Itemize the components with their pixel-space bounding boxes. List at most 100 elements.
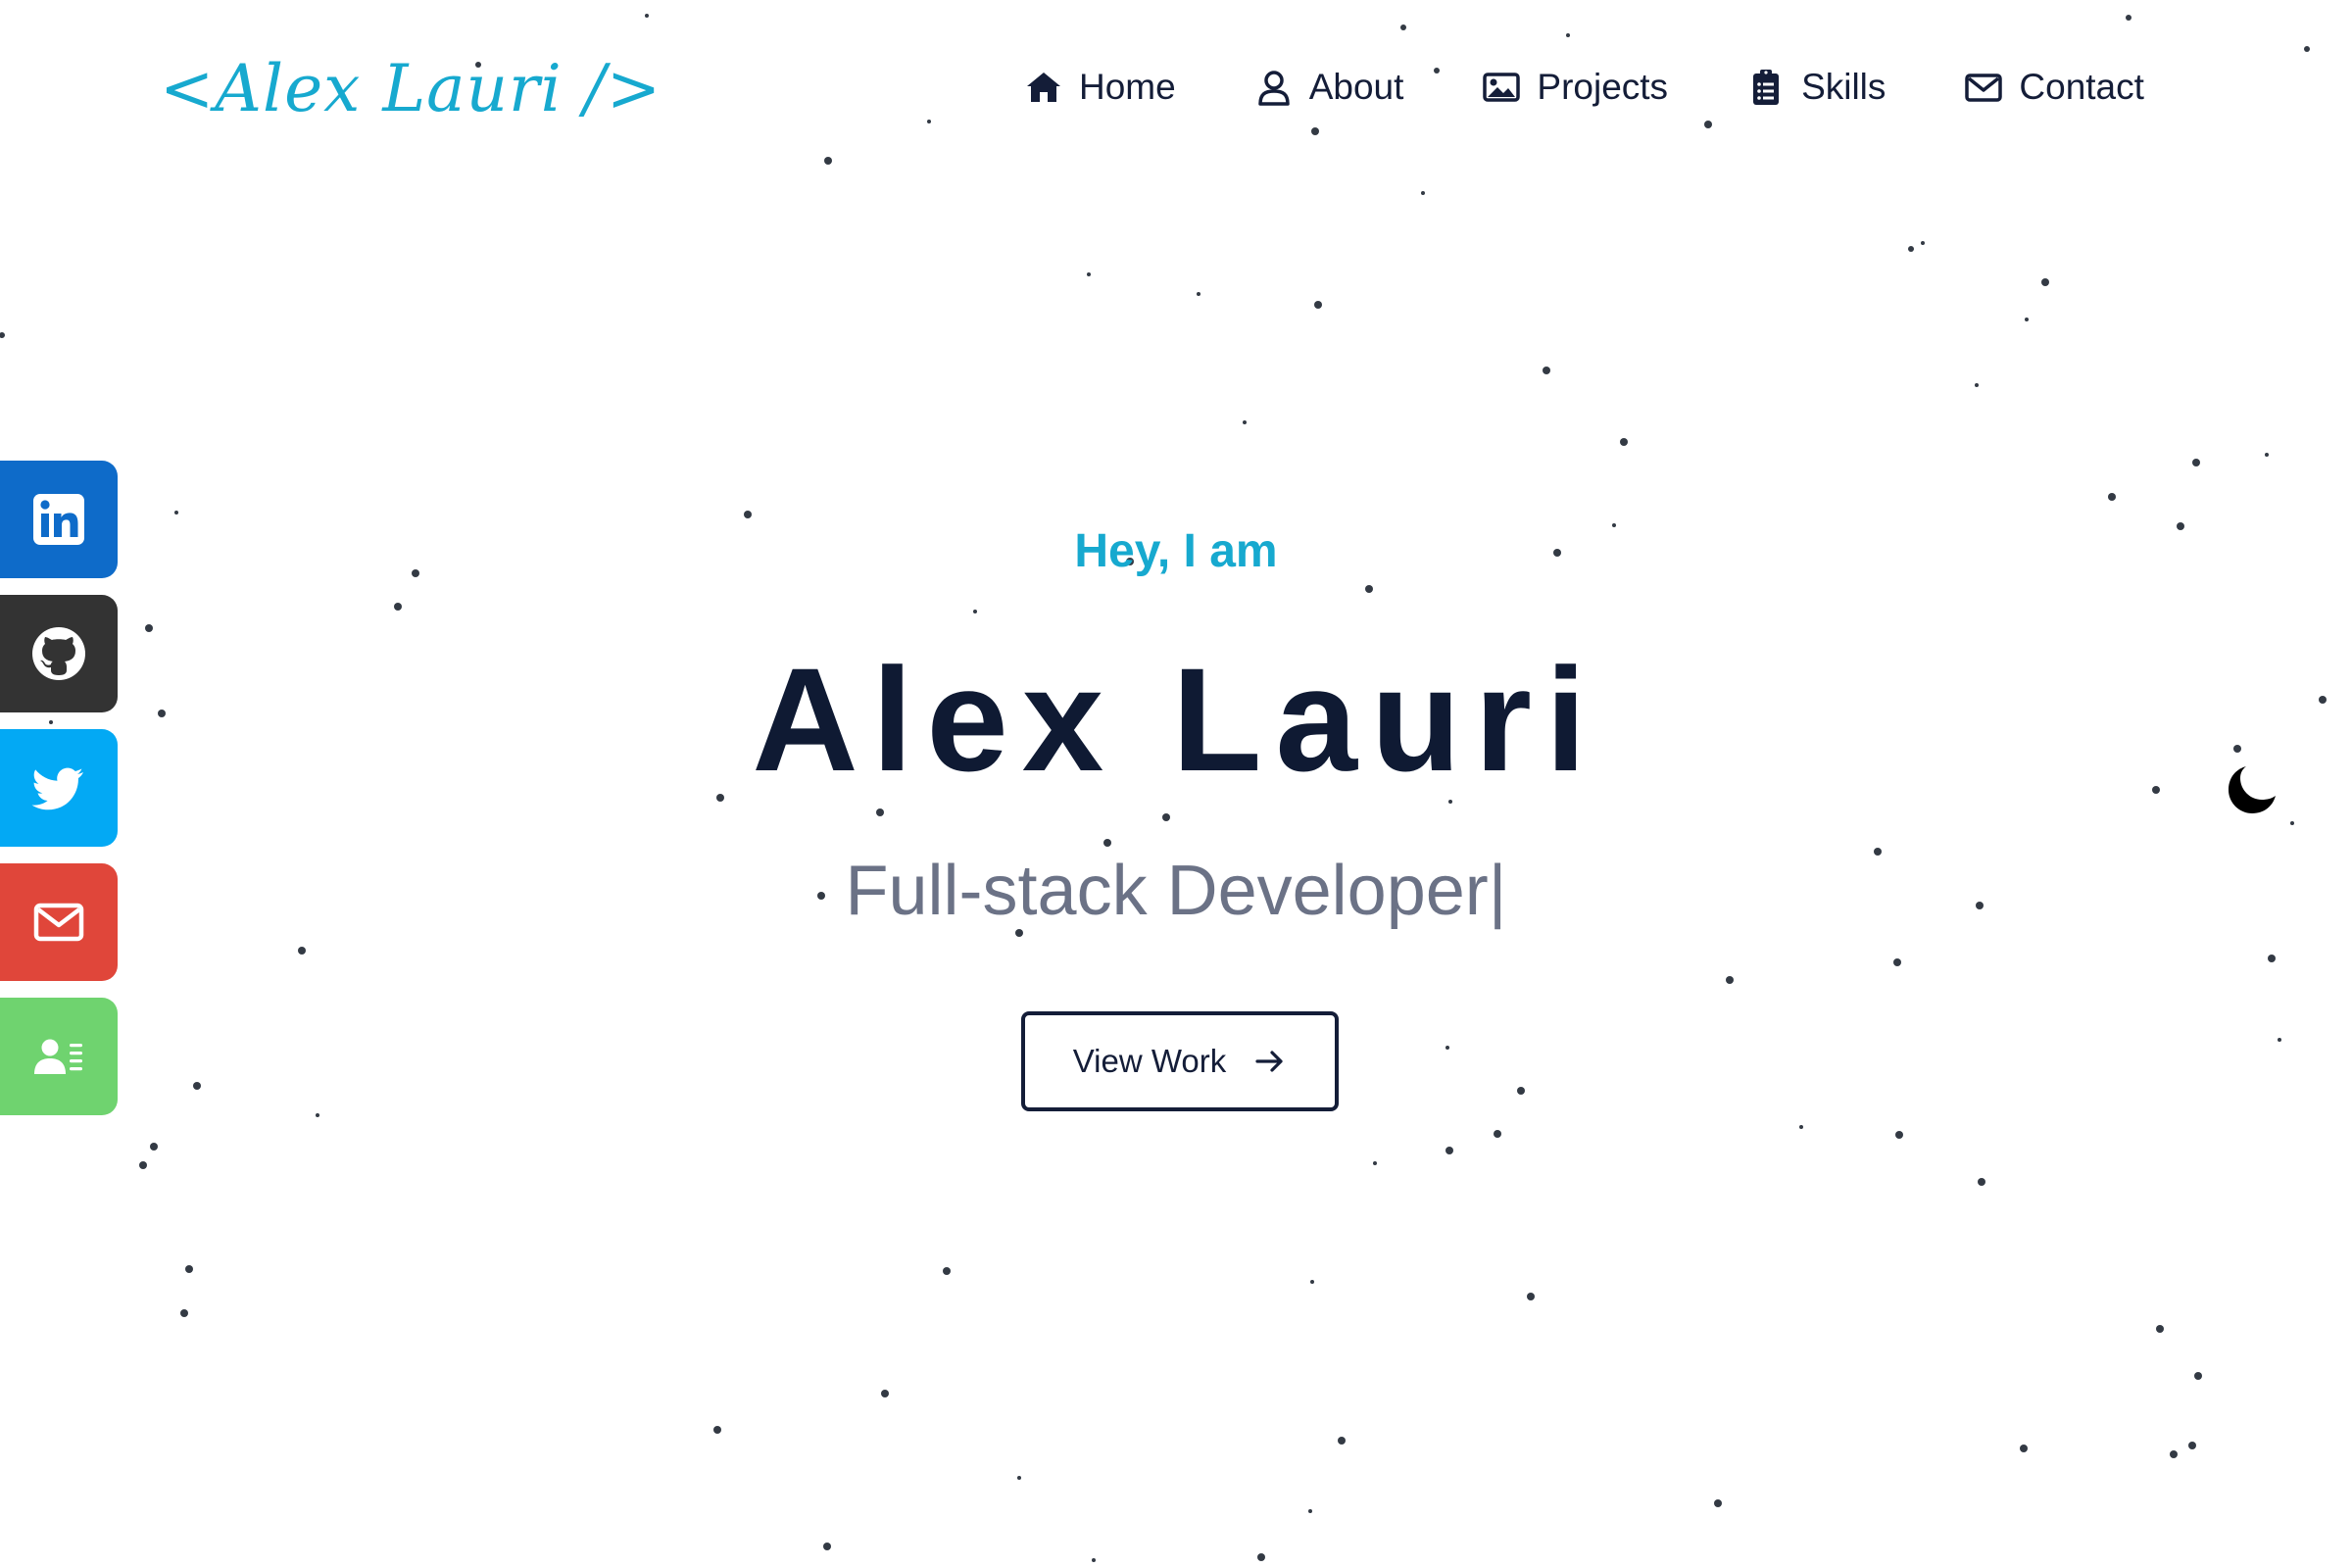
home-icon [1027, 73, 1060, 102]
star-dot [0, 332, 5, 338]
nav-label-home: Home [1079, 67, 1176, 107]
hero-greeting: Hey, I am [1074, 525, 1278, 577]
star-dot [881, 1390, 889, 1397]
star-dot [2156, 1325, 2164, 1333]
star-dot [1527, 1293, 1535, 1300]
social-resume-button[interactable] [0, 998, 118, 1115]
star-dot [713, 1426, 721, 1434]
star-dot [1373, 1161, 1377, 1165]
star-dot [2278, 1038, 2281, 1042]
hero-role: Full-stack Developer| [0, 851, 2352, 931]
star-dot [2025, 318, 2029, 321]
star-dot [180, 1309, 188, 1317]
nav-item-home[interactable]: Home [1024, 67, 1176, 108]
nav-label-projects: Projects [1537, 67, 1669, 107]
star-dot [1446, 1046, 1449, 1050]
moon-icon [2229, 766, 2276, 813]
star-dot [1921, 241, 1925, 245]
page: <Alex Lauri /> Home About Projects Skill… [0, 0, 2352, 1568]
star-dot [139, 1161, 147, 1169]
nav-label-skills: Skills [1801, 67, 1886, 107]
envelope-icon [1965, 74, 2003, 102]
star-dot [2290, 821, 2294, 825]
site-logo[interactable]: <Alex Lauri /> [160, 51, 662, 126]
star-dot [1243, 420, 1247, 424]
star-dot [2265, 453, 2269, 457]
star-dot [1566, 33, 1570, 37]
star-dot [2268, 955, 2276, 962]
star-dot [943, 1267, 951, 1275]
star-dot [1257, 1553, 1265, 1561]
view-work-label: View Work [1072, 1043, 1227, 1079]
star-dot [1978, 1178, 1985, 1186]
star-dot [2108, 493, 2116, 501]
star-dot [2170, 1450, 2178, 1458]
star-dot [1975, 383, 1979, 387]
star-dot [2304, 46, 2310, 52]
star-dot [1620, 438, 1628, 446]
star-dot [2188, 1442, 2196, 1449]
star-dot [1400, 24, 1406, 30]
star-dot [150, 1143, 158, 1151]
star-dot [1338, 1437, 1346, 1445]
hero-name: Alex Lauri [752, 637, 1600, 802]
nav-item-about[interactable]: About [1254, 67, 1404, 108]
star-dot [1543, 367, 1550, 374]
nav-item-projects[interactable]: Projects [1482, 67, 1668, 108]
star-dot [1895, 1131, 1903, 1139]
star-dot [193, 1082, 201, 1090]
address-card-icon [34, 1039, 82, 1074]
star-dot [2126, 15, 2132, 21]
view-work-button[interactable]: View Work [1021, 1011, 1339, 1111]
star-dot [1308, 1509, 1312, 1513]
nav-item-skills[interactable]: Skills [1746, 67, 1886, 108]
star-dot [2020, 1445, 2028, 1452]
star-dot [1310, 1280, 1314, 1284]
star-dot [1494, 1130, 1501, 1138]
star-dot [174, 511, 178, 514]
star-dot [185, 1265, 193, 1273]
star-dot [1365, 585, 1373, 593]
star-dot [824, 157, 832, 165]
star-dot [1704, 121, 1712, 128]
image-icon [1483, 73, 1521, 102]
star-dot [298, 947, 306, 955]
star-dot [1714, 1499, 1722, 1507]
star-dot [876, 808, 884, 816]
star-dot [1092, 1558, 1096, 1562]
star-dot [2192, 459, 2200, 466]
star-dot [1314, 301, 1322, 309]
nav-item-contact[interactable]: Contact [1964, 67, 2144, 108]
star-dot [823, 1543, 831, 1550]
theme-toggle-button[interactable] [2223, 760, 2281, 819]
nav-label-contact: Contact [2019, 67, 2144, 107]
nav-label-about: About [1308, 67, 1404, 107]
star-dot [1162, 813, 1170, 821]
star-dot [1017, 1476, 1021, 1480]
typing-cursor: | [1488, 852, 1507, 930]
star-dot [1893, 958, 1901, 966]
star-dot [744, 511, 752, 518]
star-dot [1197, 292, 1200, 296]
star-dot [1446, 1147, 1453, 1154]
star-dot [645, 14, 649, 18]
star-dot [1311, 127, 1319, 135]
star-dot [1421, 191, 1425, 195]
star-dot [1908, 246, 1914, 252]
star-dot [2041, 278, 2049, 286]
star-dot [973, 610, 977, 613]
star-dot [145, 624, 153, 632]
star-dot [394, 603, 402, 611]
clipboard-list-icon [1753, 70, 1780, 105]
arrow-right-icon [1255, 1051, 1283, 1072]
star-dot [1087, 272, 1091, 276]
hero-role-text: Full-stack Developer [845, 852, 1489, 930]
star-dot [2194, 1372, 2202, 1380]
star-dot [1103, 839, 1111, 847]
main-nav: Home About Projects Skills Contact [1024, 67, 2144, 108]
star-dot [316, 1113, 319, 1117]
star-dot [927, 120, 931, 123]
star-dot [1799, 1125, 1803, 1129]
star-dot [1726, 976, 1734, 984]
user-icon [1257, 71, 1290, 106]
